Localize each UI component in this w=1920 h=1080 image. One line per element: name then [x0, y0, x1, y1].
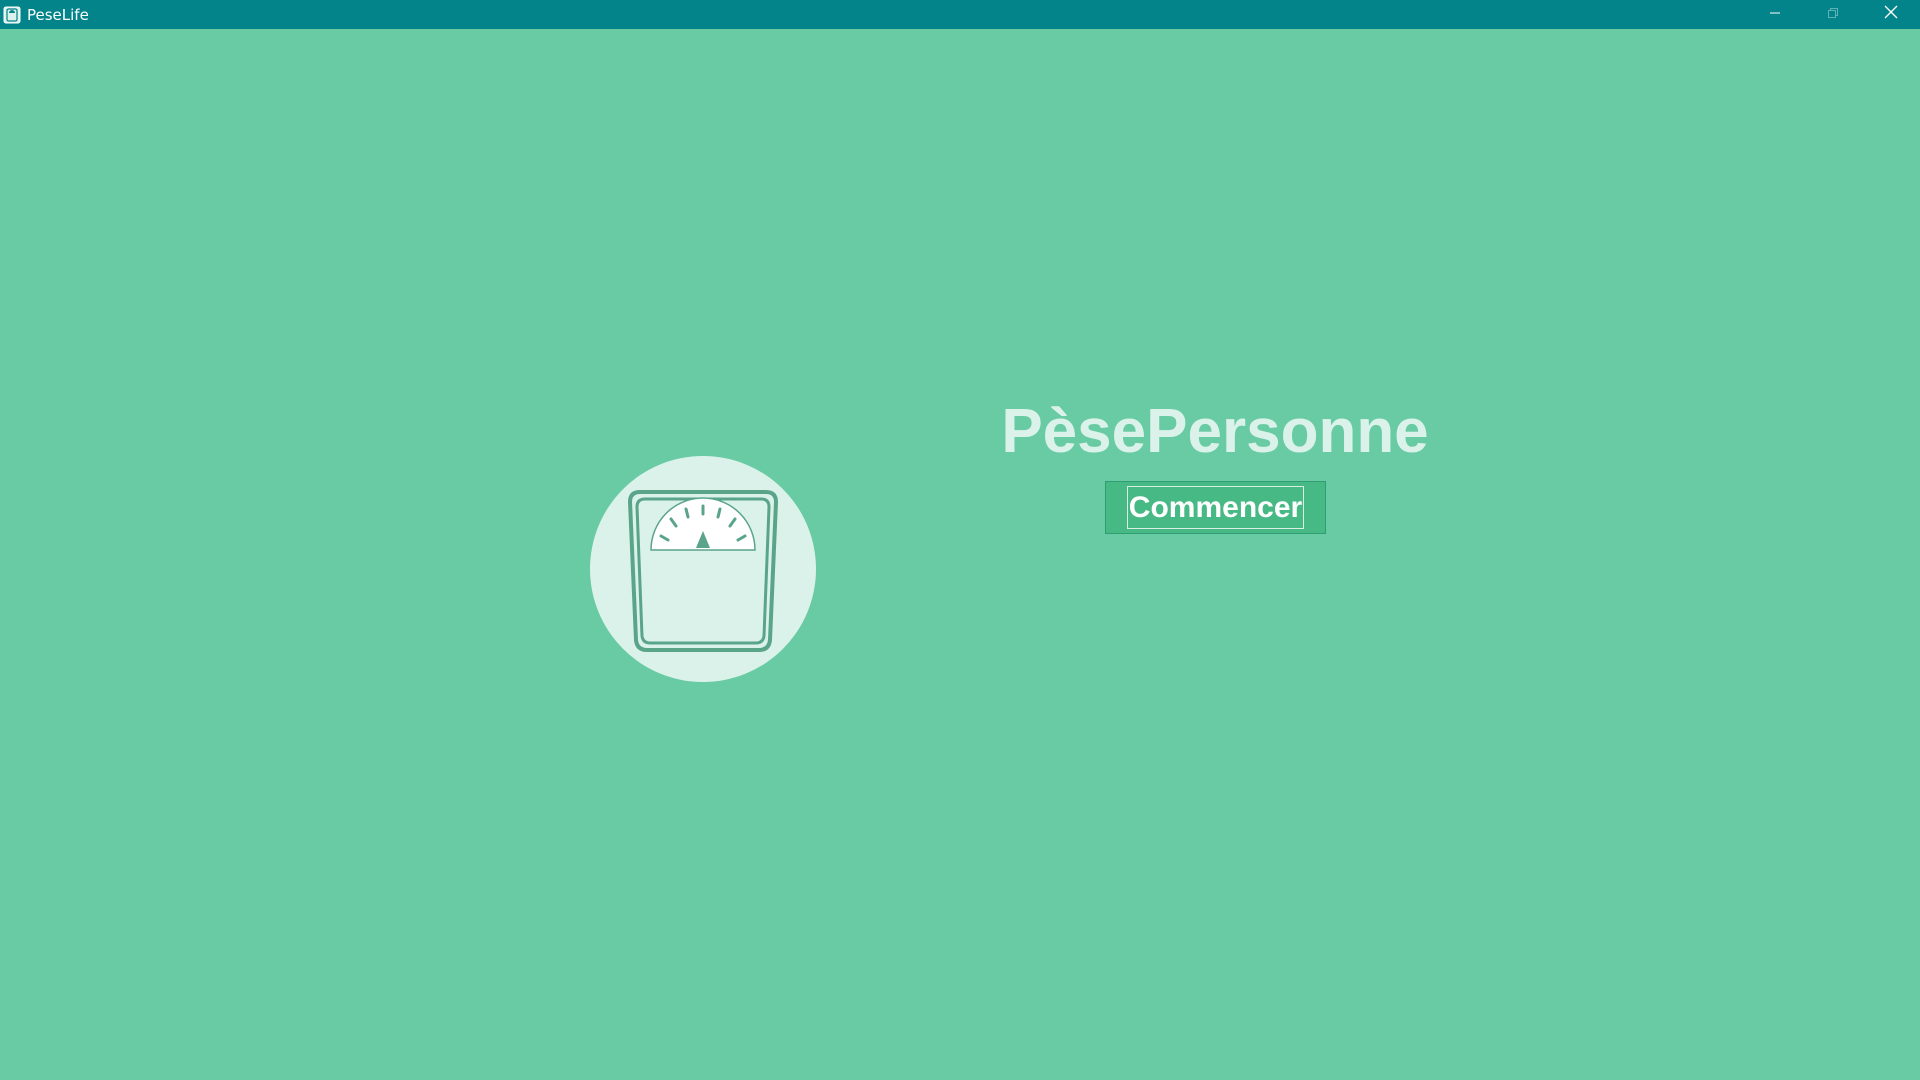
scale-app-icon — [3, 6, 21, 24]
app-window: PeseLife PèsePersonne Commencer — [0, 0, 1920, 1080]
illustration-circle — [590, 456, 816, 682]
start-button[interactable]: Commencer — [1105, 481, 1326, 534]
minimize-button[interactable] — [1746, 0, 1804, 29]
bathroom-scale-icon — [627, 490, 779, 652]
main-content: PèsePersonne Commencer — [0, 29, 1920, 1080]
window-controls — [1746, 0, 1920, 29]
close-button[interactable] — [1862, 0, 1920, 29]
maximize-button[interactable] — [1804, 0, 1862, 29]
title-bar[interactable]: PeseLife — [0, 0, 1920, 29]
minimize-icon — [1769, 6, 1781, 24]
window-title: PeseLife — [27, 5, 89, 24]
close-icon — [1884, 5, 1898, 24]
start-button-label: Commencer — [1126, 486, 1305, 529]
maximize-icon — [1827, 6, 1839, 24]
page-title: PèsePersonne — [1001, 397, 1429, 466]
